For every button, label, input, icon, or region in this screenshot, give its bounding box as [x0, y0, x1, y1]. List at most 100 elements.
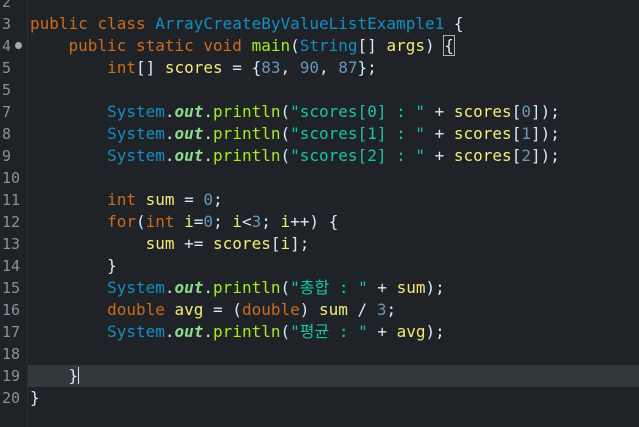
code-token-kw: int [145, 212, 185, 231]
code-token-field: out [174, 322, 204, 341]
code-token-var: avg [174, 300, 204, 319]
code-token-var: sum [145, 234, 175, 253]
code-token-plain: ( [280, 278, 291, 297]
line-number: 2 [2, 0, 12, 11]
code-token-plain: . [203, 322, 214, 341]
line-number: 14 [2, 257, 21, 275]
code-line[interactable]: 13 sum += scores[i]; [0, 233, 639, 255]
code-token-var: avg [396, 322, 426, 341]
code-token-plain: . [164, 322, 175, 341]
code-token-cls: System [107, 146, 165, 165]
code-line[interactable]: 9 System.out.println("scores[2] : " + sc… [0, 145, 639, 167]
line-number: 15 [2, 279, 21, 297]
code-token-plain: / [347, 300, 377, 319]
code-token-plain: . [203, 146, 214, 165]
code-token-plain: . [164, 102, 175, 121]
code-token-plain: ; [386, 300, 397, 319]
line-number: 16 [2, 301, 21, 319]
line-number: 13 [2, 235, 21, 253]
code-line[interactable]: 12 for(int i=0; i<3; i++) { [0, 211, 639, 233]
code-token-plain: + [424, 124, 454, 143]
code-line[interactable]: 14 } [0, 255, 639, 277]
line-number: 5 [2, 59, 12, 77]
code-line[interactable]: 8 System.out.println("scores[1] : " + sc… [0, 123, 639, 145]
code-line[interactable]: 17 System.out.println("평균 : " + avg); [0, 321, 639, 343]
code-token-kw: double [107, 300, 175, 319]
code-line[interactable]: 20} [0, 387, 639, 409]
code-token-plain: { [453, 14, 464, 33]
code-token-plain: . [203, 102, 214, 121]
code-line[interactable]: 2 [0, 0, 639, 13]
code-token-plain: ]); [530, 102, 560, 121]
code-line[interactable]: 15 System.out.println("총합 : " + sum); [0, 277, 639, 299]
code-token-plain: = ( [203, 300, 242, 319]
code-token-plain: ; [213, 212, 233, 231]
code-line[interactable]: 3 public class ArrayCreateByValueListExam… [0, 13, 639, 35]
code-token-plain: [] [135, 58, 165, 77]
code-token-kw: class [97, 14, 156, 33]
code-text: System.out.println("총합 : " + sum); [30, 277, 445, 299]
code-token-cls: ArrayCreateByValueListExample1 [155, 14, 454, 33]
code-line[interactable]: 5 int[] scores = {83, 90, 87}; [0, 57, 639, 79]
code-token-var: scores [453, 124, 512, 143]
code-text: } [30, 365, 80, 387]
code-token-var: i [280, 212, 291, 231]
code-token-plain: } [30, 388, 40, 407]
code-token-var: scores [453, 102, 512, 121]
code-token-plain: }; [357, 58, 377, 77]
code-text: } [30, 387, 40, 409]
code-token-var: sum [319, 300, 348, 319]
code-line[interactable]: 16 double avg = (double) sum / 3; [0, 299, 639, 321]
code-line[interactable]: 19 } [0, 365, 639, 387]
line-number: 7 [2, 103, 12, 121]
code-token-kw: double [241, 300, 300, 319]
code-token-plain: ( [290, 36, 300, 55]
code-editor[interactable]: 2 3 public class ArrayCreateByValueListExa… [0, 0, 639, 427]
code-token-meth: main [251, 36, 291, 55]
matched-brace: { [443, 35, 455, 56]
code-token-plain: } [30, 256, 117, 275]
code-text: double avg = (double) sum / 3; [30, 299, 396, 321]
fold-toggle-icon[interactable] [15, 42, 22, 49]
code-token-num: 3 [251, 212, 262, 231]
code-line[interactable]: 4 public static void main(String[] args)… [0, 35, 639, 57]
code-token-field: out [174, 278, 204, 297]
code-token-plain: . [203, 124, 214, 143]
code-token-kw: public [68, 36, 136, 55]
code-line[interactable]: 7 System.out.println("scores[0] : " + sc… [0, 101, 639, 123]
code-token-plain: = { [222, 58, 262, 77]
code-token-plain: [ [511, 146, 522, 165]
code-token-plain: < [241, 212, 252, 231]
code-token-var: args [386, 36, 425, 55]
code-token-plain: = [193, 212, 204, 231]
code-line[interactable]: 5 [0, 79, 639, 101]
code-token-cls: System [107, 124, 165, 143]
code-token-field: out [174, 102, 204, 121]
code-token-num: 87 [338, 58, 358, 77]
code-token-plain: + [424, 102, 454, 121]
code-line[interactable]: 18 [0, 343, 639, 365]
code-line[interactable]: 10 [0, 167, 639, 189]
code-token-plain: = [174, 190, 204, 209]
code-text: int[] scores = {83, 90, 87}; [30, 57, 377, 79]
code-line[interactable]: 11 int sum = 0; [0, 189, 639, 211]
code-token-plain: ( [280, 124, 291, 143]
code-text: int sum = 0; [30, 189, 223, 211]
code-text: System.out.println("scores[1] : " + scor… [30, 123, 560, 145]
code-token-num: 1 [521, 124, 531, 143]
code-token-plain: [ [511, 102, 522, 121]
code-token-plain: += [174, 234, 214, 253]
code-token-plain: ) [424, 36, 445, 55]
line-number: 9 [2, 147, 12, 165]
code-token-plain: . [164, 278, 175, 297]
line-number: 18 [2, 345, 21, 363]
code-token-var: i [184, 212, 194, 231]
line-number: 5 [2, 81, 12, 99]
code-token-num: 2 [521, 146, 531, 165]
code-token-str: "scores[2] : " [290, 146, 425, 165]
